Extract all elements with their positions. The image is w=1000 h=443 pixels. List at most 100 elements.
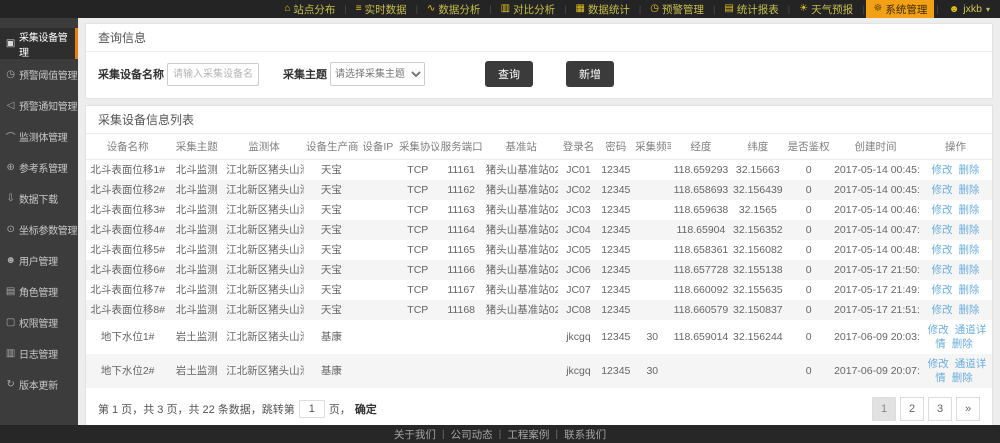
column-header: 操作	[919, 134, 992, 160]
cell: 江北新区猪头山滑...	[224, 200, 304, 220]
cell: TCP	[397, 160, 439, 181]
nav-divider: |	[639, 4, 641, 14]
next-page-button[interactable]: »	[956, 397, 980, 421]
topnav-item-9[interactable]: ☸系统管理	[866, 0, 934, 18]
topnav-item-1[interactable]: ⌂站点分布	[277, 0, 342, 18]
cell: jkcgq	[558, 320, 598, 354]
confirm-jump-button[interactable]: 确定	[355, 401, 377, 417]
sidebar-item-9[interactable]: ▤角色管理	[0, 276, 78, 307]
edit-link[interactable]: 修改	[931, 204, 952, 216]
device-name-label: 采集设备名称	[98, 66, 164, 82]
cell: 岩土监测	[169, 354, 224, 388]
delete-link[interactable]: 删除	[958, 284, 979, 296]
edit-link[interactable]: 修改	[931, 164, 952, 176]
cell: 地下水位2#	[86, 354, 169, 388]
delete-link[interactable]: 删除	[958, 224, 979, 236]
column-header: 纬度	[730, 134, 785, 160]
sidebar-item-7[interactable]: ⊙坐标参数管理	[0, 214, 78, 245]
topnav-item-label: 数据统计	[588, 2, 630, 17]
delete-link[interactable]: 删除	[958, 204, 979, 216]
cell: TCP	[397, 300, 439, 320]
cell: JC06	[558, 260, 598, 280]
cell: 11162	[439, 180, 484, 200]
sidebar-item-8[interactable]: ☻用户管理	[0, 245, 78, 276]
data-download-icon: ⇩	[5, 193, 16, 204]
device-list-panel: 采集设备信息列表 设备名称采集主题监测体设备生产商设备IP采集协议服务端口基准站…	[85, 105, 993, 425]
sidebar-item-6[interactable]: ⇩数据下载	[0, 183, 78, 214]
device-name-input[interactable]	[167, 63, 259, 86]
sidebar-item-5[interactable]: ⊕参考系管理	[0, 152, 78, 183]
sidebar-item-12[interactable]: ↻版本更新	[0, 369, 78, 400]
sidebar-item-10[interactable]: ▢权限管理	[0, 307, 78, 338]
column-header: 采集频率	[633, 134, 671, 160]
delete-link[interactable]: 删除	[958, 264, 979, 276]
search-button[interactable]: 查询	[485, 61, 533, 87]
footer-link-1[interactable]: 关于我们	[394, 427, 436, 442]
edit-link[interactable]: 修改	[928, 358, 949, 370]
edit-link[interactable]: 修改	[931, 184, 952, 196]
cell: 2017-06-09 20:07:25	[832, 354, 919, 388]
edit-link[interactable]: 修改	[931, 244, 952, 256]
delete-link[interactable]: 删除	[952, 338, 973, 350]
topnav-item-2[interactable]: ≡实时数据	[349, 0, 414, 18]
sidebar-item-3[interactable]: ◁预警通知管理	[0, 90, 78, 121]
cell: 118.659293	[671, 160, 730, 181]
delete-link[interactable]: 删除	[952, 372, 973, 384]
table-body: 北斗表面位移1#北斗监测江北新区猪头山滑...天宝TCP11161猪头山基准站0…	[86, 160, 992, 389]
topnav-item-6[interactable]: ◷预警管理	[643, 0, 711, 18]
collect-topic-select[interactable]: 请选择采集主题	[330, 62, 425, 86]
edit-link[interactable]: 修改	[928, 324, 949, 336]
cell: 江北新区猪头山滑...	[224, 260, 304, 280]
footer-link-2[interactable]: 公司动态	[451, 427, 493, 442]
topnav-item-7[interactable]: ▤统计报表	[717, 0, 785, 18]
topnav-item-4[interactable]: ▥对比分析	[494, 0, 562, 18]
page-2-button[interactable]: 2	[900, 397, 924, 421]
sidebar-item-11[interactable]: ▥日志管理	[0, 338, 78, 369]
cell	[397, 354, 439, 388]
cell: 江北新区猪头山滑...	[224, 320, 304, 354]
delete-link[interactable]: 删除	[958, 244, 979, 256]
user-menu[interactable]: ☻ jxkb ▾	[941, 0, 1000, 18]
column-header: 创建时间	[832, 134, 919, 160]
cell: 32.15663	[730, 160, 785, 181]
cell	[439, 320, 484, 354]
page-3-button[interactable]: 3	[928, 397, 952, 421]
delete-link[interactable]: 删除	[958, 304, 979, 316]
topnav-item-3[interactable]: ∿数据分析	[420, 0, 487, 18]
cell: 猪头山基准站02	[484, 180, 559, 200]
cell: 12345	[598, 180, 633, 200]
sidebar-item-1[interactable]: ▣采集设备管理	[0, 28, 78, 59]
nav-divider: |	[416, 4, 418, 14]
column-header: 设备名称	[86, 134, 169, 160]
alarm-threshold-icon: ◷	[5, 69, 16, 80]
cell: 2017-05-17 21:49:30	[832, 280, 919, 300]
footer-link-4[interactable]: 联系我们	[564, 427, 606, 442]
topnav-item-5[interactable]: ▦数据统计	[568, 0, 636, 18]
cell: 天宝	[304, 220, 359, 240]
add-button[interactable]: 新增	[566, 61, 614, 87]
topnav-item-8[interactable]: ☀天气预报	[792, 0, 860, 18]
footer-link-3[interactable]: 工程案例	[507, 427, 549, 442]
table-row: 北斗表面位移3#北斗监测江北新区猪头山滑...天宝TCP11163猪头山基准站0…	[86, 200, 992, 220]
reference-frame-icon: ⊕	[5, 162, 16, 173]
cell: 地下水位1#	[86, 320, 169, 354]
user-icon: ☻	[949, 4, 960, 15]
delete-link[interactable]: 删除	[958, 164, 979, 176]
edit-link[interactable]: 修改	[931, 264, 952, 276]
edit-link[interactable]: 修改	[931, 304, 952, 316]
cell	[633, 200, 671, 220]
cell	[484, 354, 559, 388]
cell: 11168	[439, 300, 484, 320]
column-header: 设备生产商	[304, 134, 359, 160]
sidebar-item-label: 权限管理	[19, 315, 58, 330]
column-header: 经度	[671, 134, 730, 160]
cell: 0	[785, 320, 832, 354]
edit-link[interactable]: 修改	[931, 224, 952, 236]
jump-page-input[interactable]	[299, 400, 325, 418]
edit-link[interactable]: 修改	[931, 284, 952, 296]
delete-link[interactable]: 删除	[958, 184, 979, 196]
cell: 猪头山基准站02	[484, 200, 559, 220]
sidebar-item-4[interactable]: ⌒监测体管理	[0, 121, 78, 152]
sidebar-item-2[interactable]: ◷预警阈值管理	[0, 59, 78, 90]
page-1-button[interactable]: 1	[872, 397, 896, 421]
